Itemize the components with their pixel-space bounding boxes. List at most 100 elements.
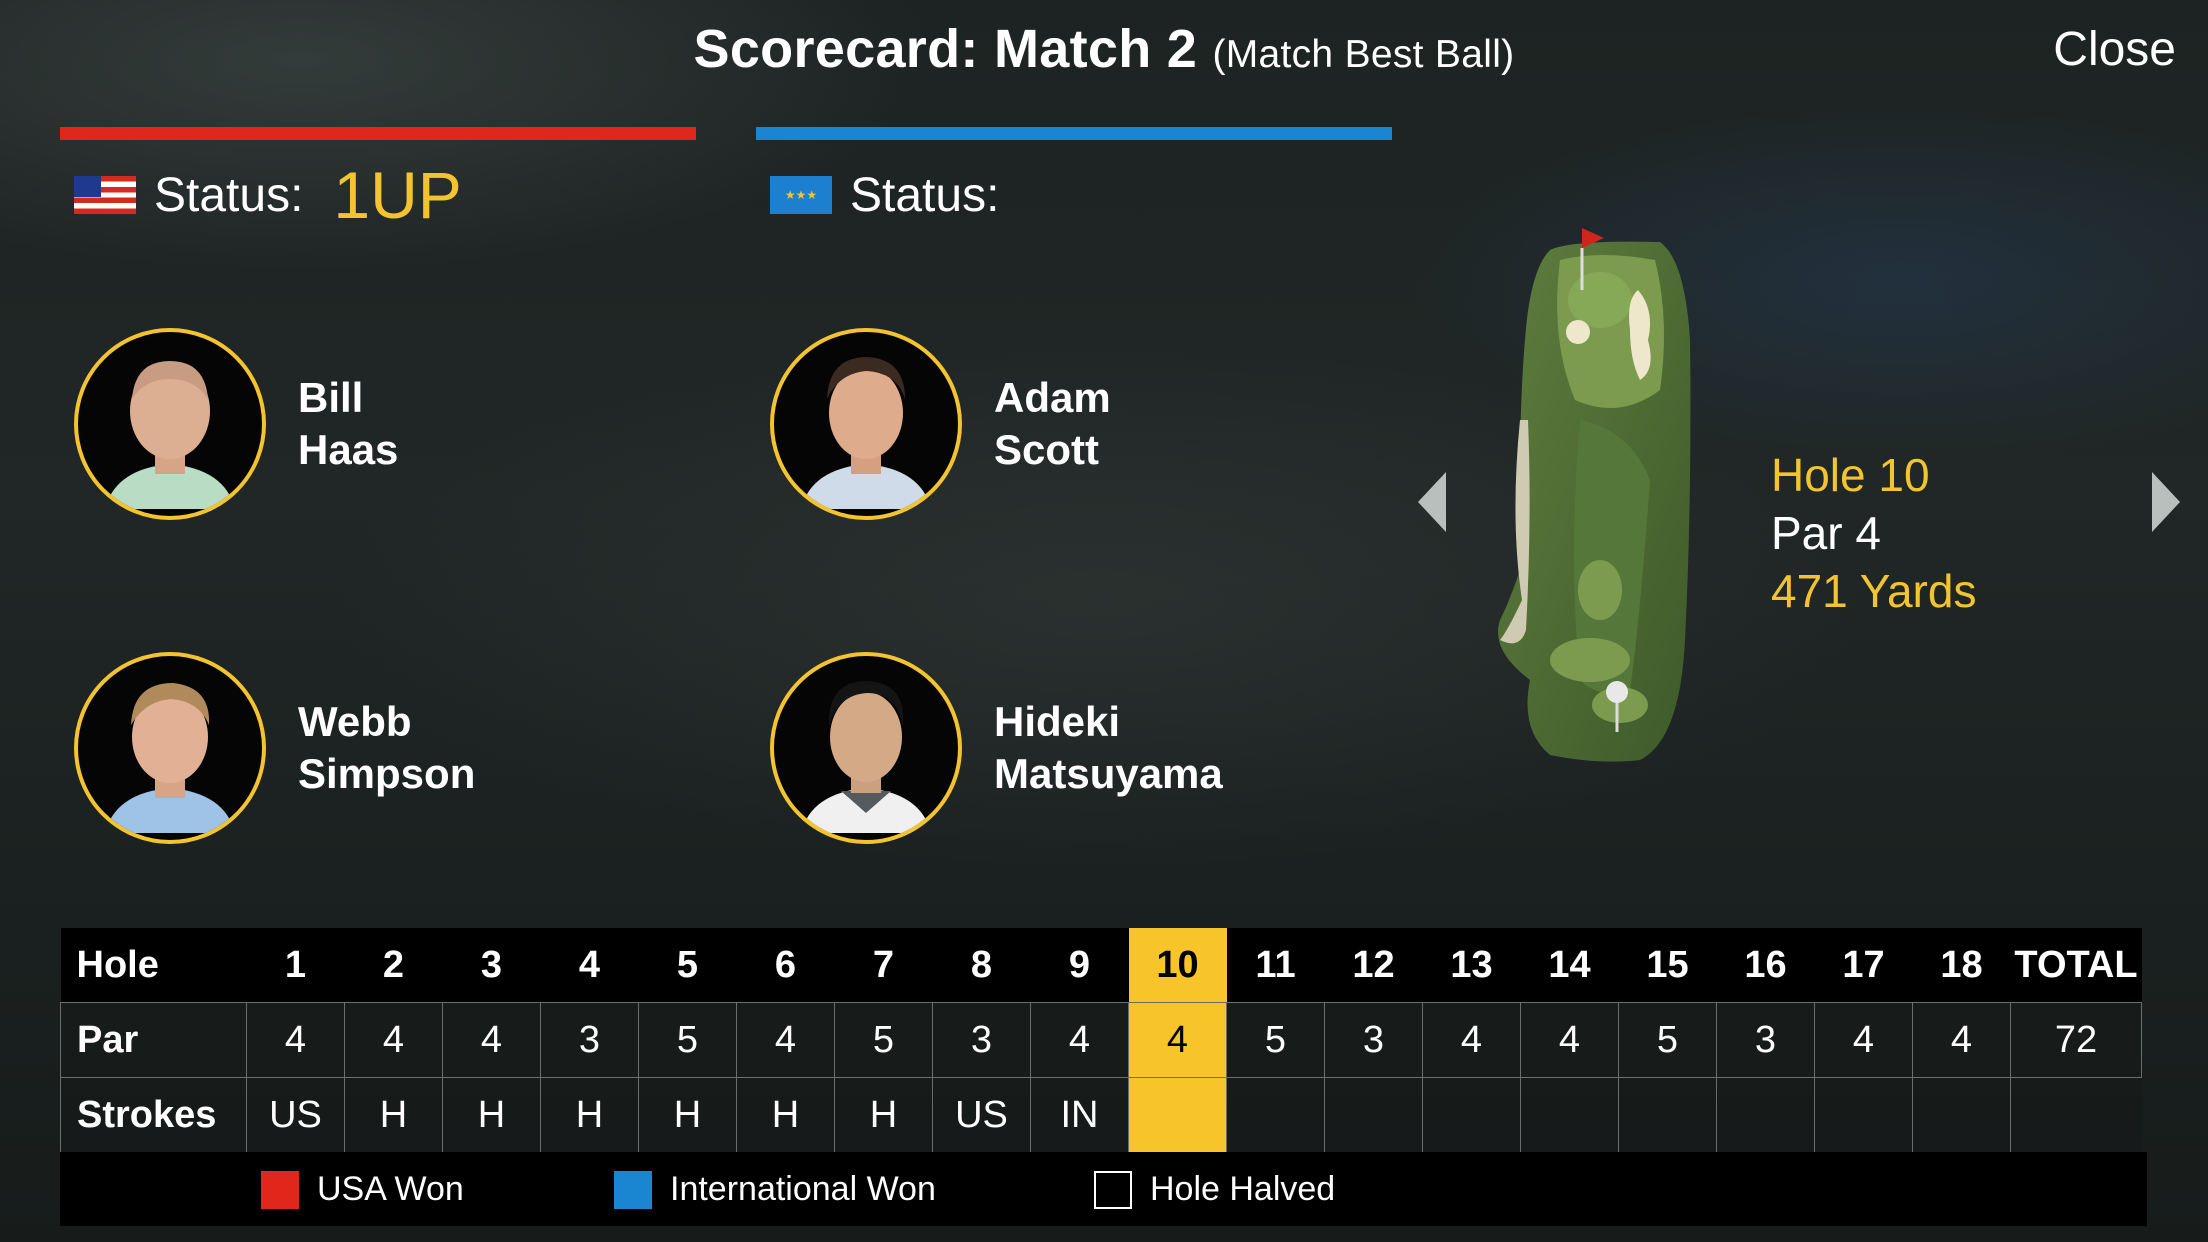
hole-number-cell[interactable]: 16 <box>1716 928 1815 1003</box>
hole-number-cell[interactable]: 11 <box>1226 928 1325 1003</box>
player-card[interactable]: Hideki Matsuyama <box>770 652 1223 844</box>
usa-status-label: Status: <box>154 168 304 222</box>
current-hole-number-cell[interactable]: 10 <box>1128 928 1227 1003</box>
hole-number-cell[interactable]: 6 <box>736 928 835 1003</box>
strokes-cell <box>1716 1077 1815 1153</box>
usa-status: Status: 1UP <box>74 158 462 232</box>
international-status-label: Status: <box>850 168 1000 222</box>
player-card[interactable]: Bill Haas <box>74 328 398 520</box>
par-cell: 4 <box>1814 1002 1913 1078</box>
par-cell: 4 <box>1422 1002 1521 1078</box>
legend-usa-won-label: USA Won <box>317 1170 464 1208</box>
strokes-row: Strokes US H H H H H H US IN <box>60 1077 2142 1153</box>
avatar <box>770 652 962 844</box>
hole-number-cell[interactable]: 4 <box>540 928 639 1003</box>
hole-number-cell[interactable]: 14 <box>1520 928 1619 1003</box>
legend: USA Won International Won Hole Halved <box>60 1152 2147 1226</box>
player-first-name: Webb <box>298 698 412 745</box>
strokes-cell: US <box>932 1077 1031 1153</box>
par-total-cell: 72 <box>2010 1002 2142 1078</box>
hole-number-cell[interactable]: 9 <box>1030 928 1129 1003</box>
par-cell: 3 <box>540 1002 639 1078</box>
international-won-swatch-icon <box>614 1170 652 1209</box>
strokes-cell <box>1226 1077 1325 1153</box>
strokes-cell: H <box>736 1077 835 1153</box>
hole-number-cell[interactable]: 5 <box>638 928 737 1003</box>
hole-number-cell[interactable]: 12 <box>1324 928 1423 1003</box>
hole-number-cell[interactable]: 17 <box>1814 928 1913 1003</box>
par-cell: 4 <box>246 1002 345 1078</box>
current-strokes-cell <box>1128 1077 1227 1153</box>
player-last-name: Haas <box>298 426 399 473</box>
previous-hole-button[interactable] <box>1418 472 1446 532</box>
par-row: Par 4 4 4 3 5 4 5 3 4 4 5 3 4 4 5 3 4 4 … <box>60 1002 2142 1078</box>
hole-yardage: 471 Yards <box>1771 565 1977 617</box>
player-last-name: Scott <box>994 426 1099 473</box>
current-par-cell: 4 <box>1128 1002 1227 1078</box>
usa-won-swatch-icon <box>261 1170 299 1209</box>
strokes-cell: US <box>246 1077 345 1153</box>
international-status: ★★★ Status: <box>770 160 1029 230</box>
strokes-cell: IN <box>1030 1077 1129 1153</box>
close-button[interactable]: Close <box>2053 22 2176 77</box>
usa-status-value: 1UP <box>333 158 462 232</box>
strokes-cell <box>1422 1077 1521 1153</box>
hole-number-cell[interactable]: 2 <box>344 928 443 1003</box>
par-cell: 4 <box>344 1002 443 1078</box>
international-team-bar <box>756 127 1392 140</box>
par-cell: 4 <box>1520 1002 1619 1078</box>
hole-number-cell[interactable]: 7 <box>834 928 933 1003</box>
par-cell: 5 <box>1226 1002 1325 1078</box>
legend-hole-halved: Hole Halved <box>1094 1170 1335 1209</box>
next-hole-button[interactable] <box>2152 472 2180 532</box>
player-card[interactable]: Webb Simpson <box>74 652 475 844</box>
strokes-cell <box>1912 1077 2011 1153</box>
strokes-cell: H <box>834 1077 933 1153</box>
international-flag-icon: ★★★ <box>770 176 832 214</box>
strokes-cell: H <box>638 1077 737 1153</box>
par-cell: 4 <box>736 1002 835 1078</box>
hole-number-cell[interactable]: 1 <box>246 928 345 1003</box>
player-name: Webb Simpson <box>298 696 475 800</box>
par-row-label: Par <box>60 1002 247 1078</box>
usa-team-bar <box>60 127 696 140</box>
player-first-name: Hideki <box>994 698 1121 745</box>
par-cell: 3 <box>1716 1002 1815 1078</box>
player-first-name: Bill <box>298 374 364 421</box>
par-cell: 4 <box>1030 1002 1129 1078</box>
legend-usa-won: USA Won <box>261 1170 464 1209</box>
hole-par: Par 4 <box>1771 507 1881 559</box>
player-card[interactable]: Adam Scott <box>770 328 1111 520</box>
hole-number-cell[interactable]: 13 <box>1422 928 1521 1003</box>
legend-hole-halved-label: Hole Halved <box>1150 1170 1336 1208</box>
player-last-name: Matsuyama <box>994 750 1223 797</box>
player-name: Adam Scott <box>994 372 1111 476</box>
par-cell: 4 <box>1912 1002 2011 1078</box>
hole-header-label: Hole <box>60 928 247 1003</box>
strokes-cell: H <box>344 1077 443 1153</box>
hole-number-cell[interactable]: 3 <box>442 928 541 1003</box>
player-photo-icon <box>105 683 235 833</box>
hole-number-cell[interactable]: 8 <box>932 928 1031 1003</box>
strokes-cell: H <box>442 1077 541 1153</box>
avatar <box>74 328 266 520</box>
par-cell: 4 <box>442 1002 541 1078</box>
avatar <box>74 652 266 844</box>
player-name: Hideki Matsuyama <box>994 696 1223 800</box>
par-cell: 5 <box>638 1002 737 1078</box>
hole-number-cell[interactable]: 15 <box>1618 928 1717 1003</box>
avatar <box>770 328 962 520</box>
player-last-name: Simpson <box>298 750 476 797</box>
hole-number-cell[interactable]: 18 <box>1912 928 2011 1003</box>
hole-info: Hole 10 Par 4 471 Yards <box>1771 446 1976 620</box>
player-photo-icon <box>801 681 931 833</box>
strokes-cell <box>1618 1077 1717 1153</box>
par-cell: 5 <box>1618 1002 1717 1078</box>
strokes-cell: H <box>540 1077 639 1153</box>
scorecard-title: Scorecard: Match 2 <box>693 19 1198 79</box>
par-cell: 3 <box>1324 1002 1423 1078</box>
match-format: (Match Best Ball) <box>1212 33 1515 76</box>
hole-map-icon <box>1498 228 1691 762</box>
player-name: Bill Haas <box>298 372 398 476</box>
par-cell: 5 <box>834 1002 933 1078</box>
